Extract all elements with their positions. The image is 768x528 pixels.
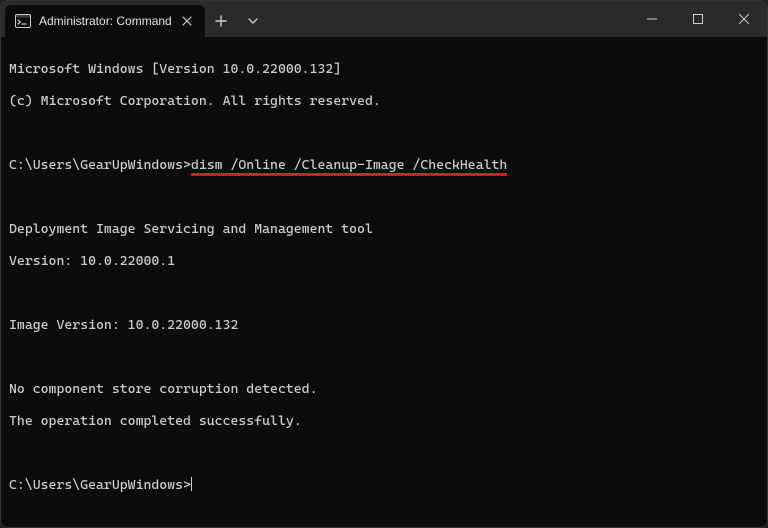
blank-line bbox=[9, 349, 759, 365]
tab-strip: Administrator: Command Prompt bbox=[1, 1, 269, 37]
output-line: Microsoft Windows [Version 10.0.22000.13… bbox=[9, 61, 759, 77]
prompt-path: C:\Users\GearUpWindows> bbox=[9, 477, 191, 493]
output-line: (c) Microsoft Corporation. All rights re… bbox=[9, 93, 759, 109]
annotation-underline bbox=[191, 173, 507, 176]
output-line: Version: 10.0.22000.1 bbox=[9, 253, 759, 269]
cmd-icon bbox=[15, 14, 31, 28]
output-line: The operation completed successfully. bbox=[9, 413, 759, 429]
text-cursor bbox=[191, 477, 193, 491]
tab-title: Administrator: Command Prompt bbox=[39, 14, 171, 28]
blank-line bbox=[9, 125, 759, 141]
prompt-line: C:\Users\GearUpWindows>dism /Online /Cle… bbox=[9, 157, 759, 173]
close-window-button[interactable] bbox=[721, 1, 767, 37]
tab-cmd[interactable]: Administrator: Command Prompt bbox=[5, 5, 205, 37]
output-line: No component store corruption detected. bbox=[9, 381, 759, 397]
blank-line bbox=[9, 189, 759, 205]
blank-line bbox=[9, 285, 759, 301]
new-tab-button[interactable] bbox=[205, 5, 237, 37]
prompt-path: C:\Users\GearUpWindows> bbox=[9, 157, 191, 173]
command-text: dism /Online /Cleanup-Image /CheckHealth bbox=[191, 157, 507, 173]
titlebar[interactable]: Administrator: Command Prompt bbox=[1, 1, 767, 37]
output-line: Image Version: 10.0.22000.132 bbox=[9, 317, 759, 333]
tab-close-button[interactable] bbox=[179, 13, 195, 29]
terminal-window: Administrator: Command Prompt bbox=[0, 0, 768, 528]
maximize-button[interactable] bbox=[675, 1, 721, 37]
window-controls bbox=[629, 1, 767, 37]
tab-dropdown-button[interactable] bbox=[237, 5, 269, 37]
prompt-line: C:\Users\GearUpWindows> bbox=[9, 477, 759, 493]
output-line: Deployment Image Servicing and Managemen… bbox=[9, 221, 759, 237]
minimize-button[interactable] bbox=[629, 1, 675, 37]
terminal-output[interactable]: Microsoft Windows [Version 10.0.22000.13… bbox=[1, 37, 767, 528]
blank-line bbox=[9, 445, 759, 461]
